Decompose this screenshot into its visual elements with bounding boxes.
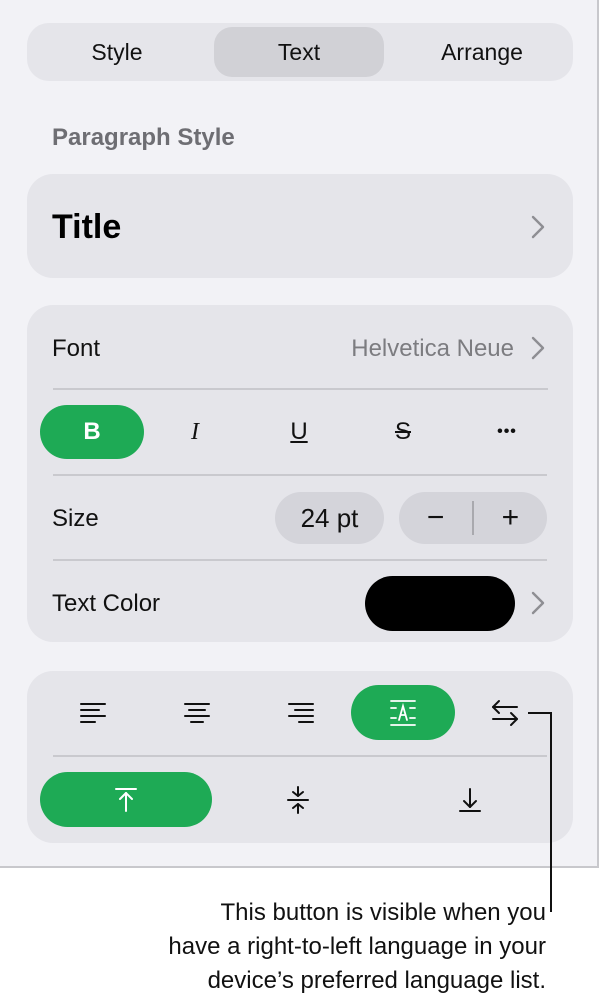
- increment-button[interactable]: +: [474, 501, 547, 535]
- align-left-button[interactable]: [41, 685, 145, 740]
- chevron-right-icon[interactable]: [531, 591, 545, 615]
- callout-leader-horizontal: [528, 712, 552, 714]
- text-color-swatch[interactable]: [365, 576, 515, 631]
- text-direction-icon: [492, 699, 518, 726]
- divider: [53, 559, 547, 561]
- divider: [53, 755, 547, 757]
- decrement-button[interactable]: −: [399, 501, 472, 535]
- paragraph-style-value: Title: [52, 208, 122, 246]
- callout-line-2: have a right-to-left language in your: [168, 933, 546, 960]
- align-center-button[interactable]: [145, 685, 249, 740]
- align-right-button[interactable]: [249, 685, 353, 740]
- divider: [53, 388, 548, 390]
- divider: [53, 474, 547, 476]
- callout-line-1: This button is visible when you: [220, 899, 547, 926]
- align-middle-button[interactable]: [212, 772, 384, 827]
- align-middle-icon: [287, 785, 309, 814]
- justify-button[interactable]: [351, 685, 455, 740]
- format-tab-bar: Style Text Arrange: [27, 23, 573, 81]
- callout-caption: This button is visible when you have a r…: [168, 896, 546, 998]
- tab-text[interactable]: Text: [214, 27, 384, 77]
- align-center-icon: [184, 702, 210, 723]
- align-right-icon: [288, 702, 314, 723]
- text-color-label: Text Color: [52, 590, 161, 617]
- format-panel: Style Text Arrange Paragraph Style Title…: [0, 0, 599, 868]
- align-bottom-button[interactable]: [384, 772, 556, 827]
- bold-button[interactable]: B: [40, 405, 144, 459]
- callout-leader-vertical: [550, 712, 552, 912]
- align-left-icon: [80, 702, 106, 723]
- italic-button[interactable]: I: [143, 405, 247, 459]
- chevron-right-icon[interactable]: [531, 336, 545, 360]
- font-value[interactable]: Helvetica Neue: [351, 335, 514, 363]
- paragraph-style-label: Paragraph Style: [52, 124, 235, 151]
- tab-style[interactable]: Style: [33, 27, 201, 77]
- font-label: Font: [52, 335, 101, 362]
- alignment-card: [27, 671, 573, 843]
- justify-icon: [390, 699, 416, 726]
- text-direction-button[interactable]: [475, 685, 535, 740]
- size-value[interactable]: 24 pt: [275, 492, 384, 544]
- align-top-icon: [115, 787, 137, 812]
- more-options-button[interactable]: •••: [455, 405, 559, 459]
- text-format-card: Font Helvetica Neue B I U S ••• Size 24 …: [27, 305, 573, 642]
- size-label: Size: [52, 505, 99, 532]
- callout-line-3: device’s preferred language list.: [207, 967, 546, 994]
- paragraph-style-row[interactable]: Title: [27, 174, 573, 278]
- size-stepper: − +: [399, 492, 547, 544]
- chevron-right-icon: [531, 215, 545, 239]
- align-top-button[interactable]: [40, 772, 212, 827]
- strikethrough-button[interactable]: S: [351, 405, 455, 459]
- align-bottom-icon: [459, 787, 481, 812]
- underline-button[interactable]: U: [247, 405, 351, 459]
- tab-arrange[interactable]: Arrange: [397, 27, 567, 77]
